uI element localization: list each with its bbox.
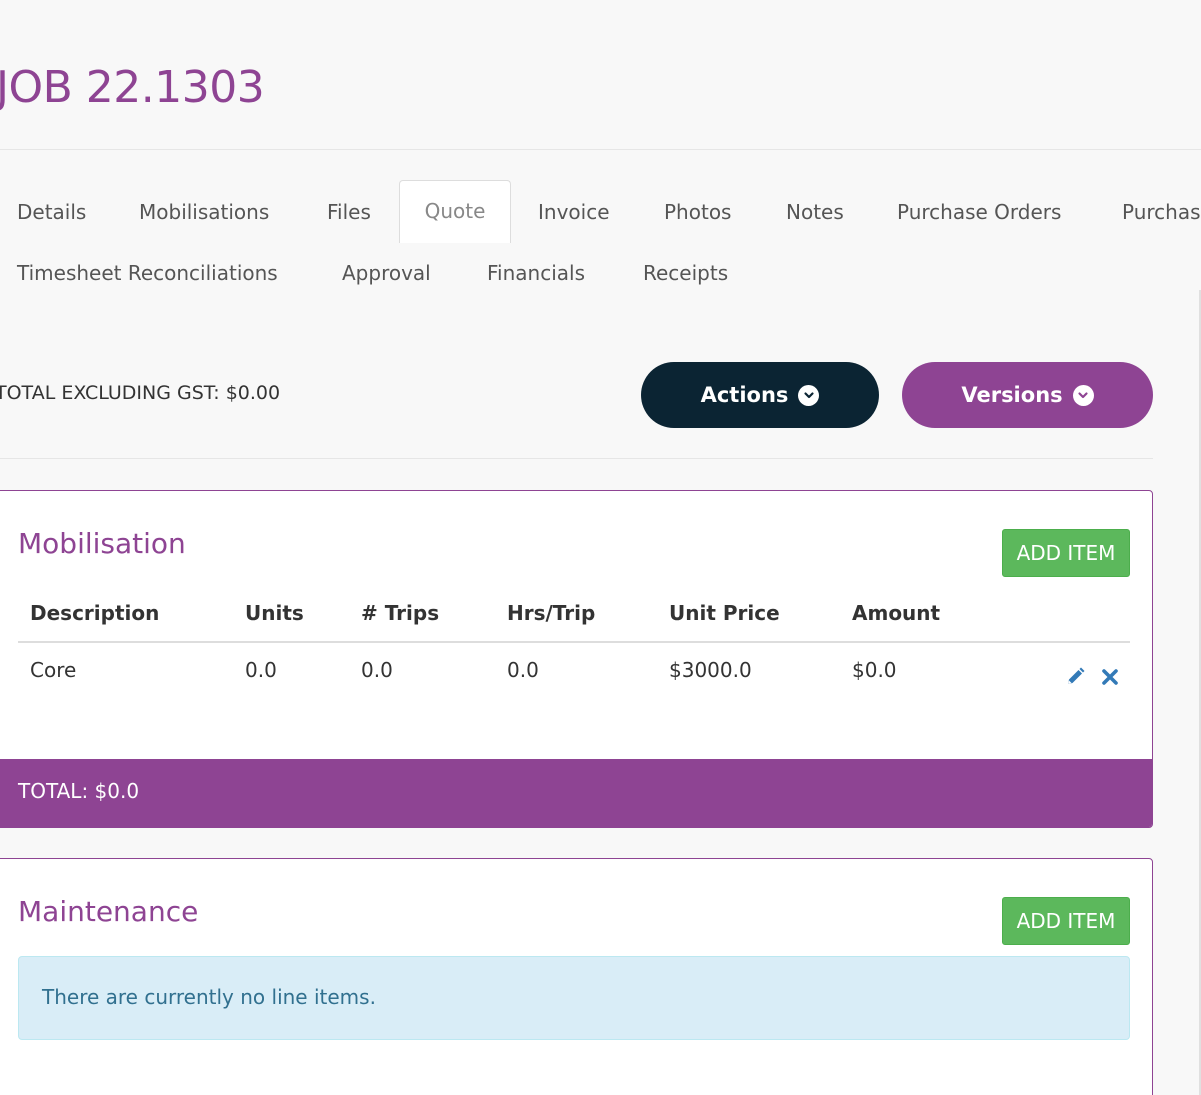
maintenance-add-item-button[interactable]: ADD ITEM	[1002, 897, 1130, 945]
page-title: JOB 22.1303	[0, 62, 265, 113]
tab-quote[interactable]: Quote	[399, 180, 511, 243]
column-header-description: Description	[30, 601, 160, 625]
cell-description: Core	[30, 658, 77, 682]
tab-timesheet-reconciliations[interactable]: Timesheet Reconciliations	[17, 253, 278, 293]
tab-notes[interactable]: Notes	[786, 192, 844, 232]
column-header-amount: Amount	[852, 601, 941, 625]
tab-receipts[interactable]: Receipts	[643, 253, 728, 293]
table-header-divider	[18, 641, 1130, 643]
page: JOB 22.1303 Details Mobilisations Files …	[0, 0, 1201, 1095]
versions-button[interactable]: Versions	[902, 362, 1153, 428]
chevron-down-icon	[798, 384, 820, 406]
actions-button[interactable]: Actions	[641, 362, 879, 428]
cell-units: 0.0	[245, 658, 277, 682]
chevron-down-icon	[1072, 384, 1094, 406]
cell-hrs-trip: 0.0	[507, 658, 539, 682]
title-divider	[0, 149, 1201, 150]
versions-label: Versions	[961, 383, 1063, 407]
tab-photos[interactable]: Photos	[664, 192, 731, 232]
delete-x-icon[interactable]	[1099, 666, 1121, 688]
total-excluding-gst: TOTAL EXCLUDING GST: $0.00	[0, 382, 281, 404]
maintenance-title: Maintenance	[18, 895, 199, 928]
cell-unit-price: $3000.0	[669, 658, 752, 682]
tab-purchase-orders[interactable]: Purchase Orders	[897, 192, 1061, 232]
actions-label: Actions	[700, 383, 789, 407]
cell-amount: $0.0	[852, 658, 897, 682]
tab-details[interactable]: Details	[17, 192, 86, 232]
maintenance-panel: Maintenance ADD ITEM There are currently…	[0, 858, 1153, 1095]
summary-divider	[0, 458, 1153, 459]
tab-files[interactable]: Files	[327, 192, 371, 232]
tab-mobilisations[interactable]: Mobilisations	[139, 192, 269, 232]
cell-trips: 0.0	[361, 658, 393, 682]
column-header-units: Units	[245, 601, 304, 625]
mobilisation-total-footer: TOTAL: $0.0	[0, 759, 1152, 827]
mobilisation-title: Mobilisation	[18, 527, 186, 560]
mobilisation-total: TOTAL: $0.0	[18, 779, 140, 803]
empty-items-message: There are currently no line items.	[42, 985, 376, 1009]
column-header-hrs-trip: Hrs/Trip	[507, 601, 596, 625]
column-header-unit-price: Unit Price	[669, 601, 780, 625]
empty-items-alert: There are currently no line items.	[18, 956, 1130, 1040]
mobilisation-add-item-button[interactable]: ADD ITEM	[1002, 529, 1130, 577]
column-header-trips: # Trips	[361, 601, 440, 625]
edit-pencil-icon[interactable]	[1064, 666, 1086, 688]
tab-approval[interactable]: Approval	[342, 253, 431, 293]
tab-invoice[interactable]: Invoice	[538, 192, 610, 232]
tab-financials[interactable]: Financials	[487, 253, 585, 293]
tab-purchase-truncated[interactable]: Purchas	[1122, 192, 1201, 232]
mobilisation-panel: Mobilisation ADD ITEM Description Units …	[0, 490, 1153, 828]
